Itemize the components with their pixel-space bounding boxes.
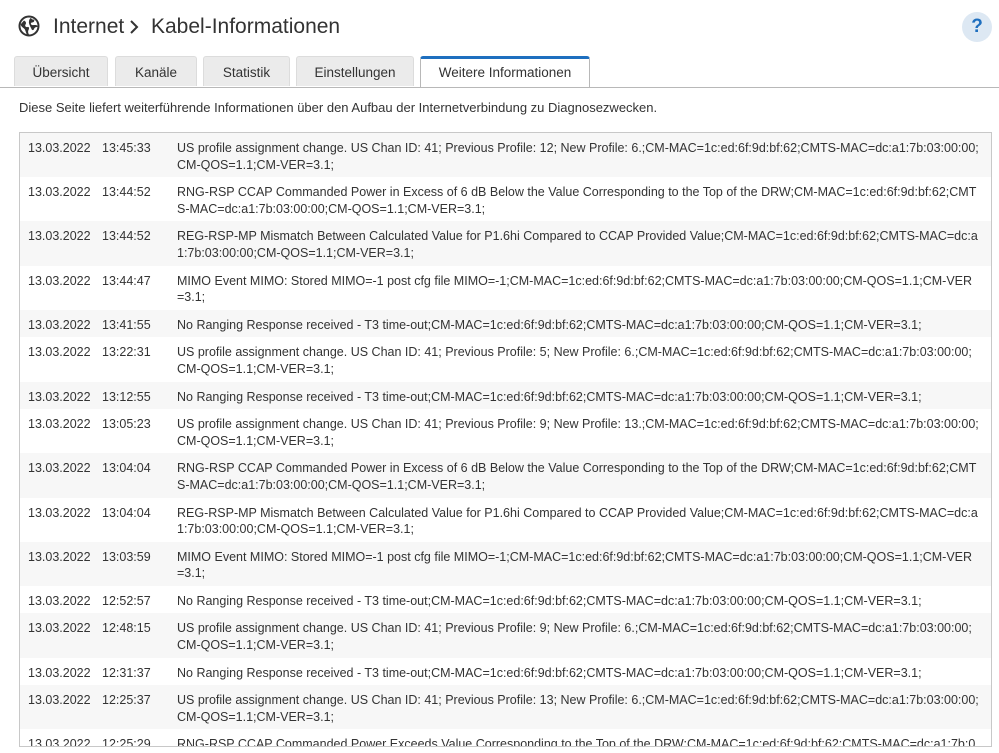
log-time: 13:45:33 (102, 133, 177, 178)
log-time: 13:12:55 (102, 381, 177, 410)
log-time: 12:52:57 (102, 585, 177, 614)
log-message: US profile assignment change. US Chan ID… (177, 685, 991, 730)
intro-text: Diese Seite liefert weiterführende Infor… (19, 100, 658, 115)
log-time: 13:05:23 (102, 409, 177, 454)
log-time: 12:48:15 (102, 613, 177, 658)
log-date: 13.03.2022 (20, 585, 102, 614)
log-time: 12:25:37 (102, 685, 177, 730)
log-message: REG-RSP-MP Mismatch Between Calculated V… (177, 497, 991, 542)
log-time: 13:44:52 (102, 221, 177, 266)
log-message: MIMO Event MIMO: Stored MIMO=-1 post cfg… (177, 265, 991, 310)
log-row: 13.03.2022 13:41:55 No Ranging Response re… (20, 309, 991, 338)
log-message: US profile assignment change. US Chan ID… (177, 409, 991, 454)
tab-kanaele[interactable]: Kanäle (115, 56, 197, 86)
log-message: US profile assignment change. US Chan ID… (177, 337, 991, 382)
log-date: 13.03.2022 (20, 133, 102, 178)
log-date: 13.03.2022 (20, 497, 102, 542)
log-time: 13:04:04 (102, 497, 177, 542)
log-row: 13.03.2022 13:04:04 RNG-RSP CCAP Commanded… (20, 453, 991, 498)
log-date: 13.03.2022 (20, 309, 102, 338)
page-title: Kabel-Informationen (151, 15, 341, 38)
log-time: 13:03:59 (102, 541, 177, 586)
log-row: 13.03.2022 13:44:52 REG-RSP-MP Mismatch Be… (20, 221, 991, 266)
log-row: 13.03.2022 12:48:15 US profile assignment … (20, 613, 991, 658)
tab-uebersicht[interactable]: Übersicht (14, 56, 108, 86)
log-date: 13.03.2022 (20, 265, 102, 310)
log-time: 13:44:52 (102, 177, 177, 222)
log-date: 13.03.2022 (20, 657, 102, 686)
log-row: 13.03.2022 12:52:57 No Ranging Response re… (20, 585, 991, 614)
log-time: 12:25:29 (102, 729, 177, 746)
log-row: 13.03.2022 13:45:33 US profile assignment … (20, 133, 991, 178)
event-log-table: 13.03.2022 13:45:33 US profile assignment … (20, 133, 991, 746)
log-date: 13.03.2022 (20, 177, 102, 222)
breadcrumb-root[interactable]: Internet (53, 14, 124, 40)
tab-bar: Übersicht Kanäle Statistik Einstellungen… (14, 56, 994, 88)
log-date: 13.03.2022 (20, 381, 102, 410)
log-row: 13.03.2022 13:12:55 No Ranging Response re… (20, 381, 991, 410)
log-row: 13.03.2022 13:44:52 RNG-RSP CCAP Commanded… (20, 177, 991, 222)
log-time: 12:31:37 (102, 657, 177, 686)
log-time: 13:22:31 (102, 337, 177, 382)
log-row: 13.03.2022 13:04:04 REG-RSP-MP Mismatch Be… (20, 497, 991, 542)
log-time: 13:44:47 (102, 265, 177, 310)
log-message: No Ranging Response received - T3 time-o… (177, 657, 991, 686)
log-message: No Ranging Response received - T3 time-o… (177, 309, 991, 338)
log-message: RNG-RSP CCAP Commanded Power Exceeds Val… (177, 729, 991, 746)
log-row: 13.03.2022 12:25:37 US profile assignment … (20, 685, 991, 730)
chevron-right-icon (130, 20, 139, 34)
log-message: RNG-RSP CCAP Commanded Power in Excess o… (177, 177, 991, 222)
globe-icon (18, 15, 40, 37)
log-row: 13.03.2022 13:05:23 US profile assignment … (20, 409, 991, 454)
log-date: 13.03.2022 (20, 337, 102, 382)
help-button[interactable]: ? (962, 12, 992, 42)
log-message: RNG-RSP CCAP Commanded Power in Excess o… (177, 453, 991, 498)
log-date: 13.03.2022 (20, 613, 102, 658)
log-date: 13.03.2022 (20, 729, 102, 746)
log-row: 13.03.2022 12:31:37 No Ranging Response re… (20, 657, 991, 686)
tab-divider (0, 87, 999, 88)
log-row: 13.03.2022 12:25:29 RNG-RSP CCAP Commanded… (20, 729, 991, 746)
tab-statistik[interactable]: Statistik (203, 56, 290, 86)
log-date: 13.03.2022 (20, 685, 102, 730)
log-message: No Ranging Response received - T3 time-o… (177, 381, 991, 410)
log-row: 13.03.2022 13:44:47 MIMO Event MIMO: Store… (20, 265, 991, 310)
log-date: 13.03.2022 (20, 453, 102, 498)
log-message: No Ranging Response received - T3 time-o… (177, 585, 991, 614)
log-date: 13.03.2022 (20, 221, 102, 266)
log-message: REG-RSP-MP Mismatch Between Calculated V… (177, 221, 991, 266)
tab-einstellungen[interactable]: Einstellungen (296, 56, 414, 86)
tab-weitere-informationen[interactable]: Weitere Informationen (420, 56, 590, 88)
log-message: US profile assignment change. US Chan ID… (177, 133, 991, 178)
page-header: Internet Kabel-Informationen ? (0, 0, 999, 54)
log-date: 13.03.2022 (20, 541, 102, 586)
log-date: 13.03.2022 (20, 409, 102, 454)
event-log[interactable]: 13.03.2022 13:45:33 US profile assignment … (19, 132, 992, 747)
log-row: 13.03.2022 13:03:59 MIMO Event MIMO: Store… (20, 541, 991, 586)
log-message: US profile assignment change. US Chan ID… (177, 613, 991, 658)
log-row: 13.03.2022 13:22:31 US profile assignment … (20, 337, 991, 382)
log-time: 13:41:55 (102, 309, 177, 338)
log-message: MIMO Event MIMO: Stored MIMO=-1 post cfg… (177, 541, 991, 586)
log-time: 13:04:04 (102, 453, 177, 498)
